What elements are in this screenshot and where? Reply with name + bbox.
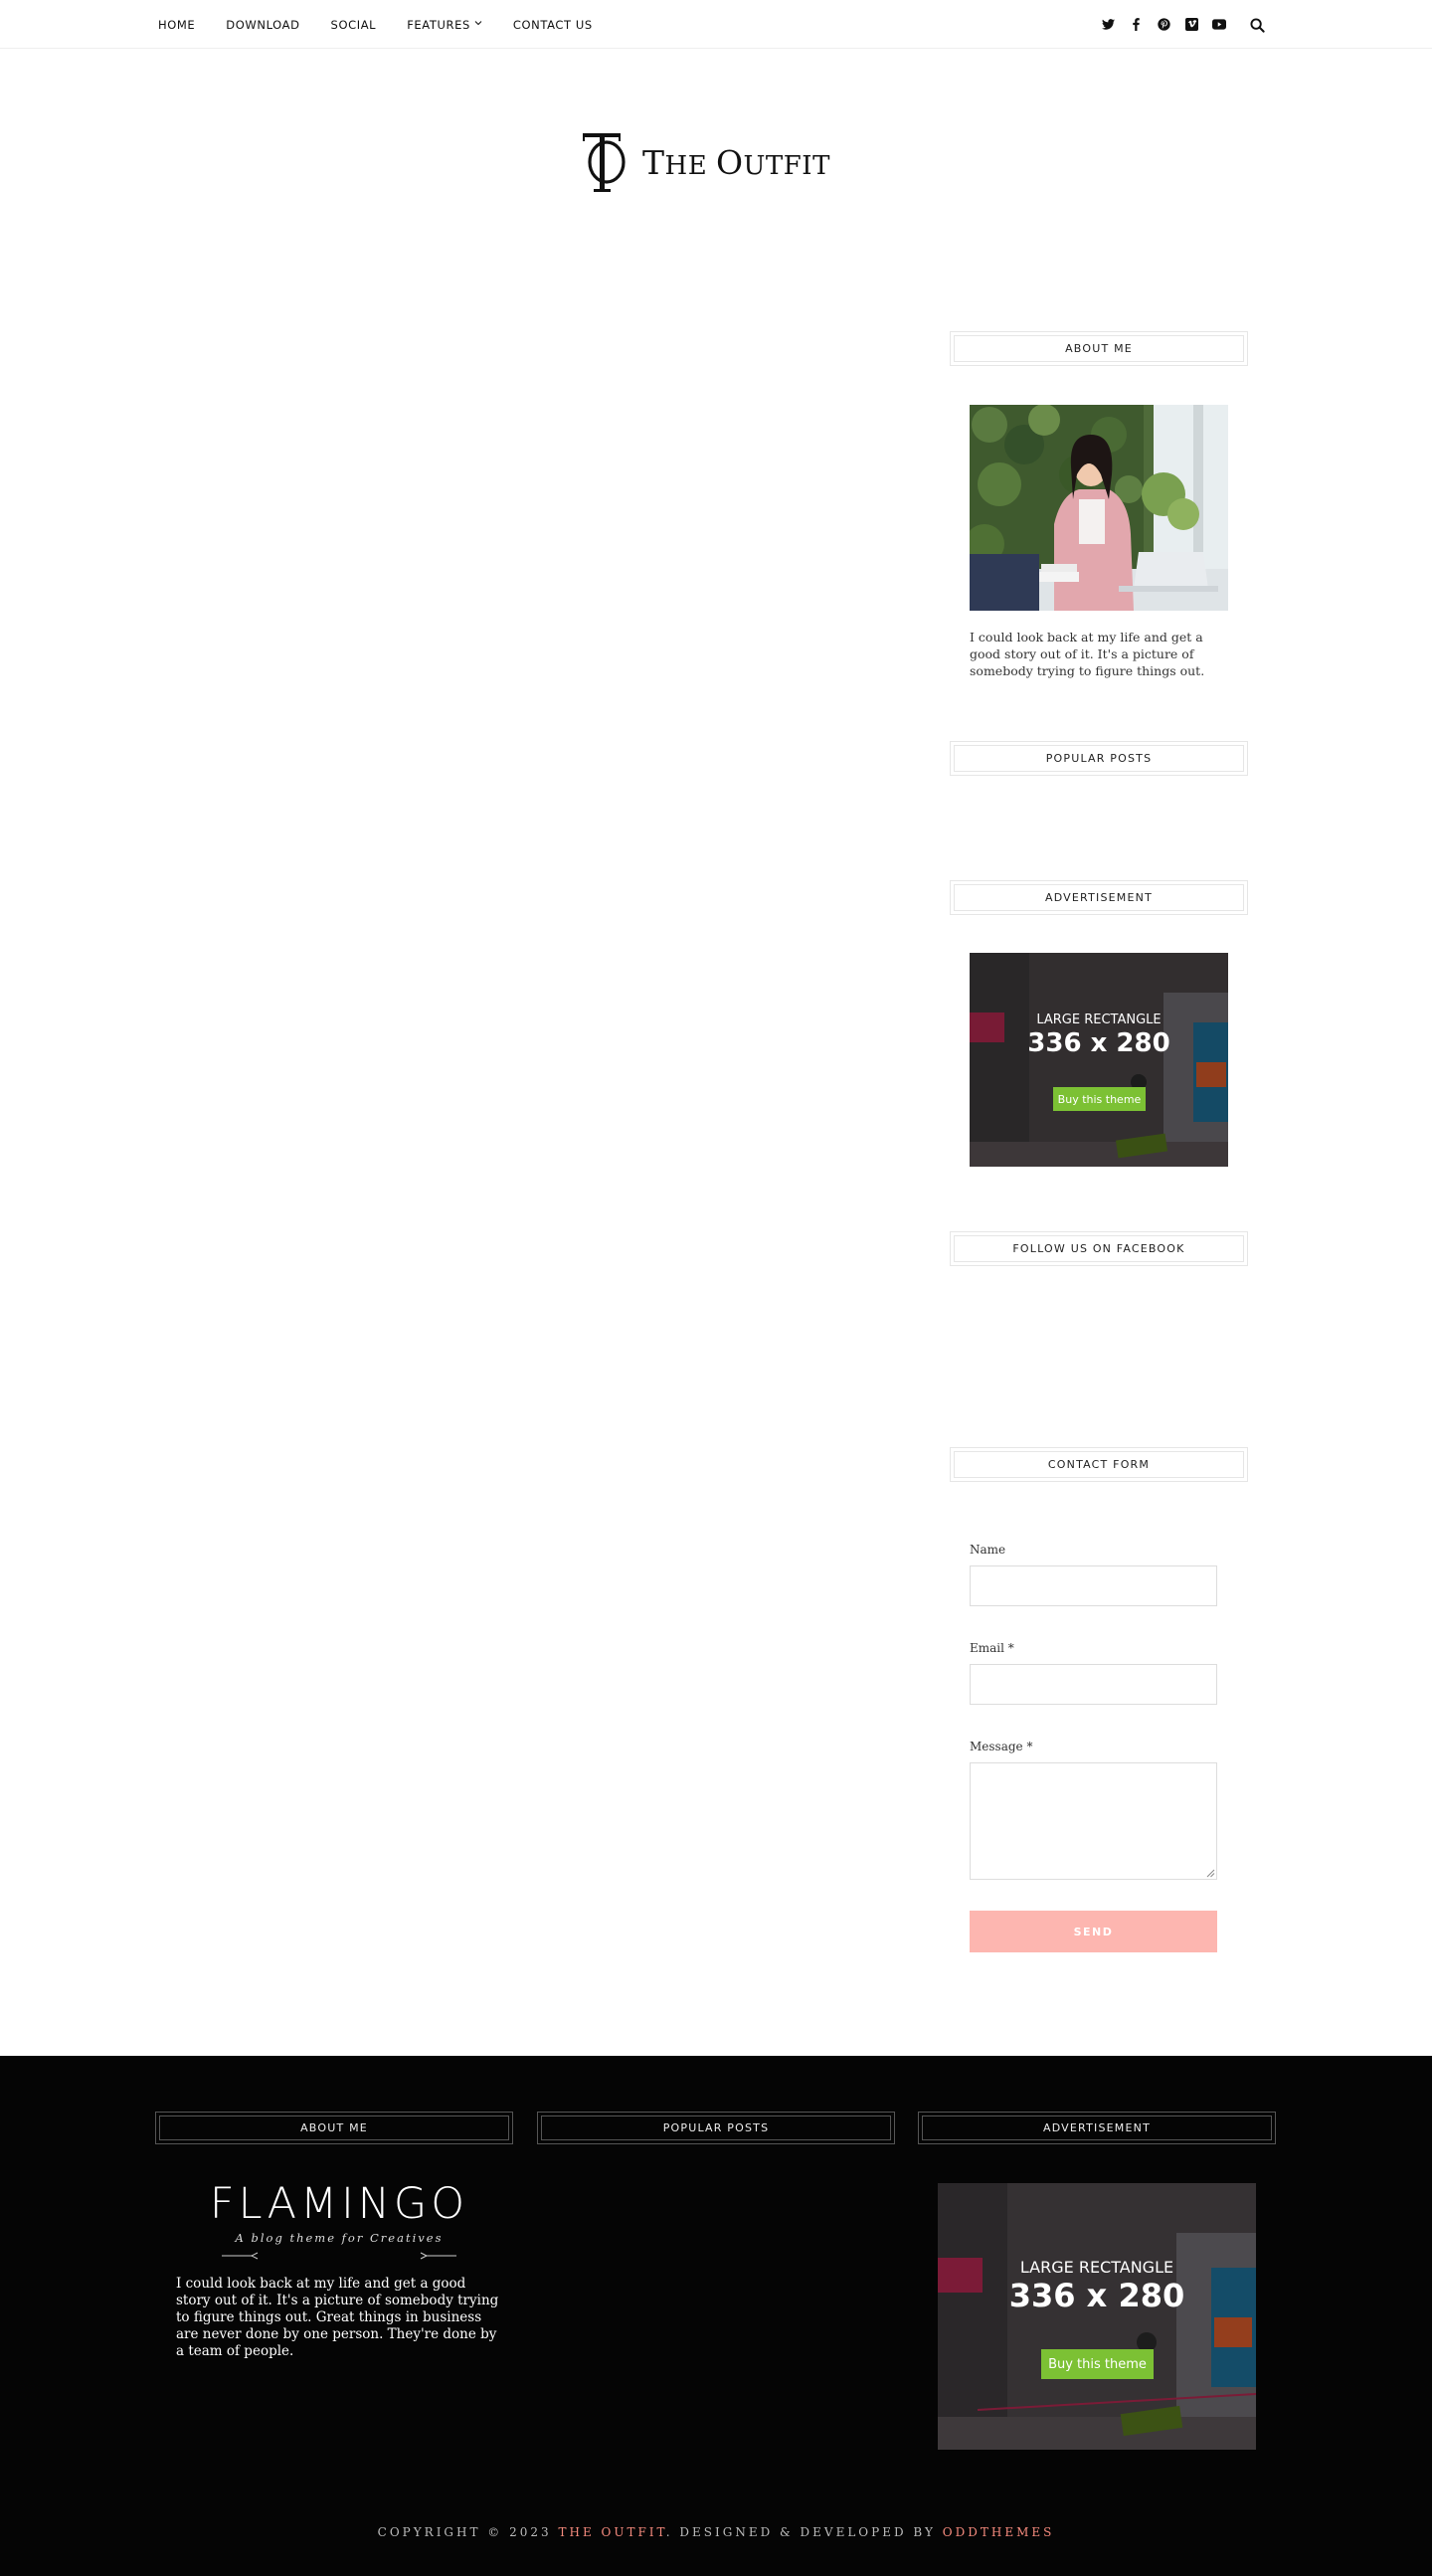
message-label: Message * — [970, 1740, 1032, 1753]
footer: ABOUT ME POPULAR POSTS ADVERTISEMENT FLA… — [0, 2056, 1432, 2576]
ad-size: 336 x 280 — [1027, 1028, 1170, 1058]
email-field[interactable] — [970, 1664, 1217, 1705]
search-icon[interactable] — [1246, 14, 1268, 36]
vimeo-icon[interactable] — [1177, 0, 1205, 49]
email-label: Email * — [970, 1641, 1014, 1655]
logo-monogram-icon — [583, 133, 626, 192]
widget-title-text: CONTACT FORM — [954, 1451, 1244, 1478]
ad-buy-button[interactable]: Buy this theme — [1041, 2349, 1154, 2379]
advertisement-banner[interactable]: LARGE RECTANGLE 336 x 280 Buy this theme — [970, 953, 1228, 1167]
site-logo[interactable]: THE OUTFIT — [581, 127, 851, 197]
flamingo-brand-name: FLAMINGO — [209, 2179, 469, 2229]
main-menu: HOME DOWNLOAD SOCIAL FEATURES CONTACT US — [158, 0, 624, 49]
logo-letters: HE — [664, 150, 716, 181]
resize-handle-icon[interactable] — [1206, 1869, 1215, 1878]
logo-wordmark: THE OUTFIT — [642, 143, 830, 182]
name-field[interactable] — [970, 1565, 1217, 1606]
message-field[interactable] — [970, 1762, 1217, 1880]
name-label-text: Name — [970, 1543, 1006, 1557]
contact-form-widget-title: CONTACT FORM — [950, 1447, 1248, 1482]
ad-headline: LARGE RECTANGLE — [1036, 1012, 1162, 1027]
decorative-divider-icon — [222, 2252, 456, 2260]
about-me-text: I could look back at my life and get a g… — [970, 630, 1205, 678]
about-me-widget-title: ABOUT ME — [950, 331, 1248, 366]
footer-widget-title-text: ADVERTISEMENT — [922, 2116, 1272, 2140]
footer-advertisement-title: ADVERTISEMENT — [918, 2112, 1276, 2144]
footer-widget-title-text: POPULAR POSTS — [541, 2116, 891, 2140]
logo-letter: T — [642, 142, 665, 182]
copyright-line: COPYRIGHT © 2023 THE OUTFIT. DESIGNED & … — [0, 2525, 1432, 2539]
send-button[interactable]: SEND — [970, 1911, 1217, 1952]
flamingo-tagline: A blog theme for Creatives — [235, 2231, 444, 2245]
required-mark: * — [1026, 1740, 1033, 1753]
pinterest-icon[interactable] — [1150, 0, 1177, 49]
facebook-widget-title: FOLLOW US ON FACEBOOK — [950, 1231, 1248, 1266]
widget-title-text: ADVERTISEMENT — [954, 884, 1244, 911]
about-me-photo — [970, 405, 1228, 611]
copyright-text: COPYRIGHT © 2023 — [377, 2525, 559, 2539]
nav-item-features[interactable]: FEATURES — [407, 18, 482, 32]
nav-item-download[interactable]: DOWNLOAD — [226, 18, 299, 32]
social-links — [1094, 0, 1233, 49]
logo-letters: UTFIT — [743, 150, 830, 181]
ad-buy-button[interactable]: Buy this theme — [1053, 1087, 1146, 1111]
nav-item-contact-us[interactable]: CONTACT US — [513, 18, 593, 32]
advertisement-widget-title: ADVERTISEMENT — [950, 880, 1248, 915]
widget-title-text: POPULAR POSTS — [954, 745, 1244, 772]
popular-posts-widget-title: POPULAR POSTS — [950, 741, 1248, 776]
nav-label: SOCIAL — [330, 17, 377, 32]
ad-headline: LARGE RECTANGLE — [1019, 2258, 1174, 2277]
widget-title-text: FOLLOW US ON FACEBOOK — [954, 1235, 1244, 1262]
message-label-text: Message — [970, 1740, 1023, 1753]
flamingo-logo: FLAMINGO A blog theme for Creatives — [195, 2181, 483, 2264]
youtube-icon[interactable] — [1205, 0, 1233, 49]
email-label-text: Email — [970, 1641, 1004, 1655]
required-mark: * — [1007, 1641, 1014, 1655]
ad-size: 336 x 280 — [1008, 2277, 1185, 2314]
developer-link[interactable]: ODDTHEMES — [943, 2525, 1055, 2539]
facebook-icon[interactable] — [1122, 0, 1150, 49]
footer-popular-title: POPULAR POSTS — [537, 2112, 895, 2144]
chevron-down-icon — [474, 19, 482, 29]
widget-title-text: ABOUT ME — [954, 335, 1244, 362]
nav-item-social[interactable]: SOCIAL — [331, 18, 377, 32]
nav-label: CONTACT US — [512, 17, 593, 32]
top-navigation-bar: HOME DOWNLOAD SOCIAL FEATURES CONTACT US — [0, 0, 1432, 49]
nav-item-home[interactable]: HOME — [158, 18, 195, 32]
footer-widget-title-text: ABOUT ME — [159, 2116, 509, 2140]
nav-label: HOME — [158, 17, 196, 32]
name-label: Name — [970, 1543, 1005, 1557]
footer-advertisement-banner[interactable]: LARGE RECTANGLE 336 x 280 Buy this theme — [938, 2183, 1256, 2450]
nav-label: DOWNLOAD — [226, 17, 300, 32]
twitter-icon[interactable] — [1094, 0, 1122, 49]
footer-about-title: ABOUT ME — [155, 2112, 513, 2144]
copyright-site-link[interactable]: THE OUTFIT — [558, 2525, 665, 2539]
footer-about-text: I could look back at my life and get a g… — [176, 2276, 499, 2359]
nav-label: FEATURES — [407, 17, 470, 32]
logo-letter: O — [715, 142, 744, 182]
copyright-text: . DESIGNED & DEVELOPED BY — [665, 2525, 943, 2539]
